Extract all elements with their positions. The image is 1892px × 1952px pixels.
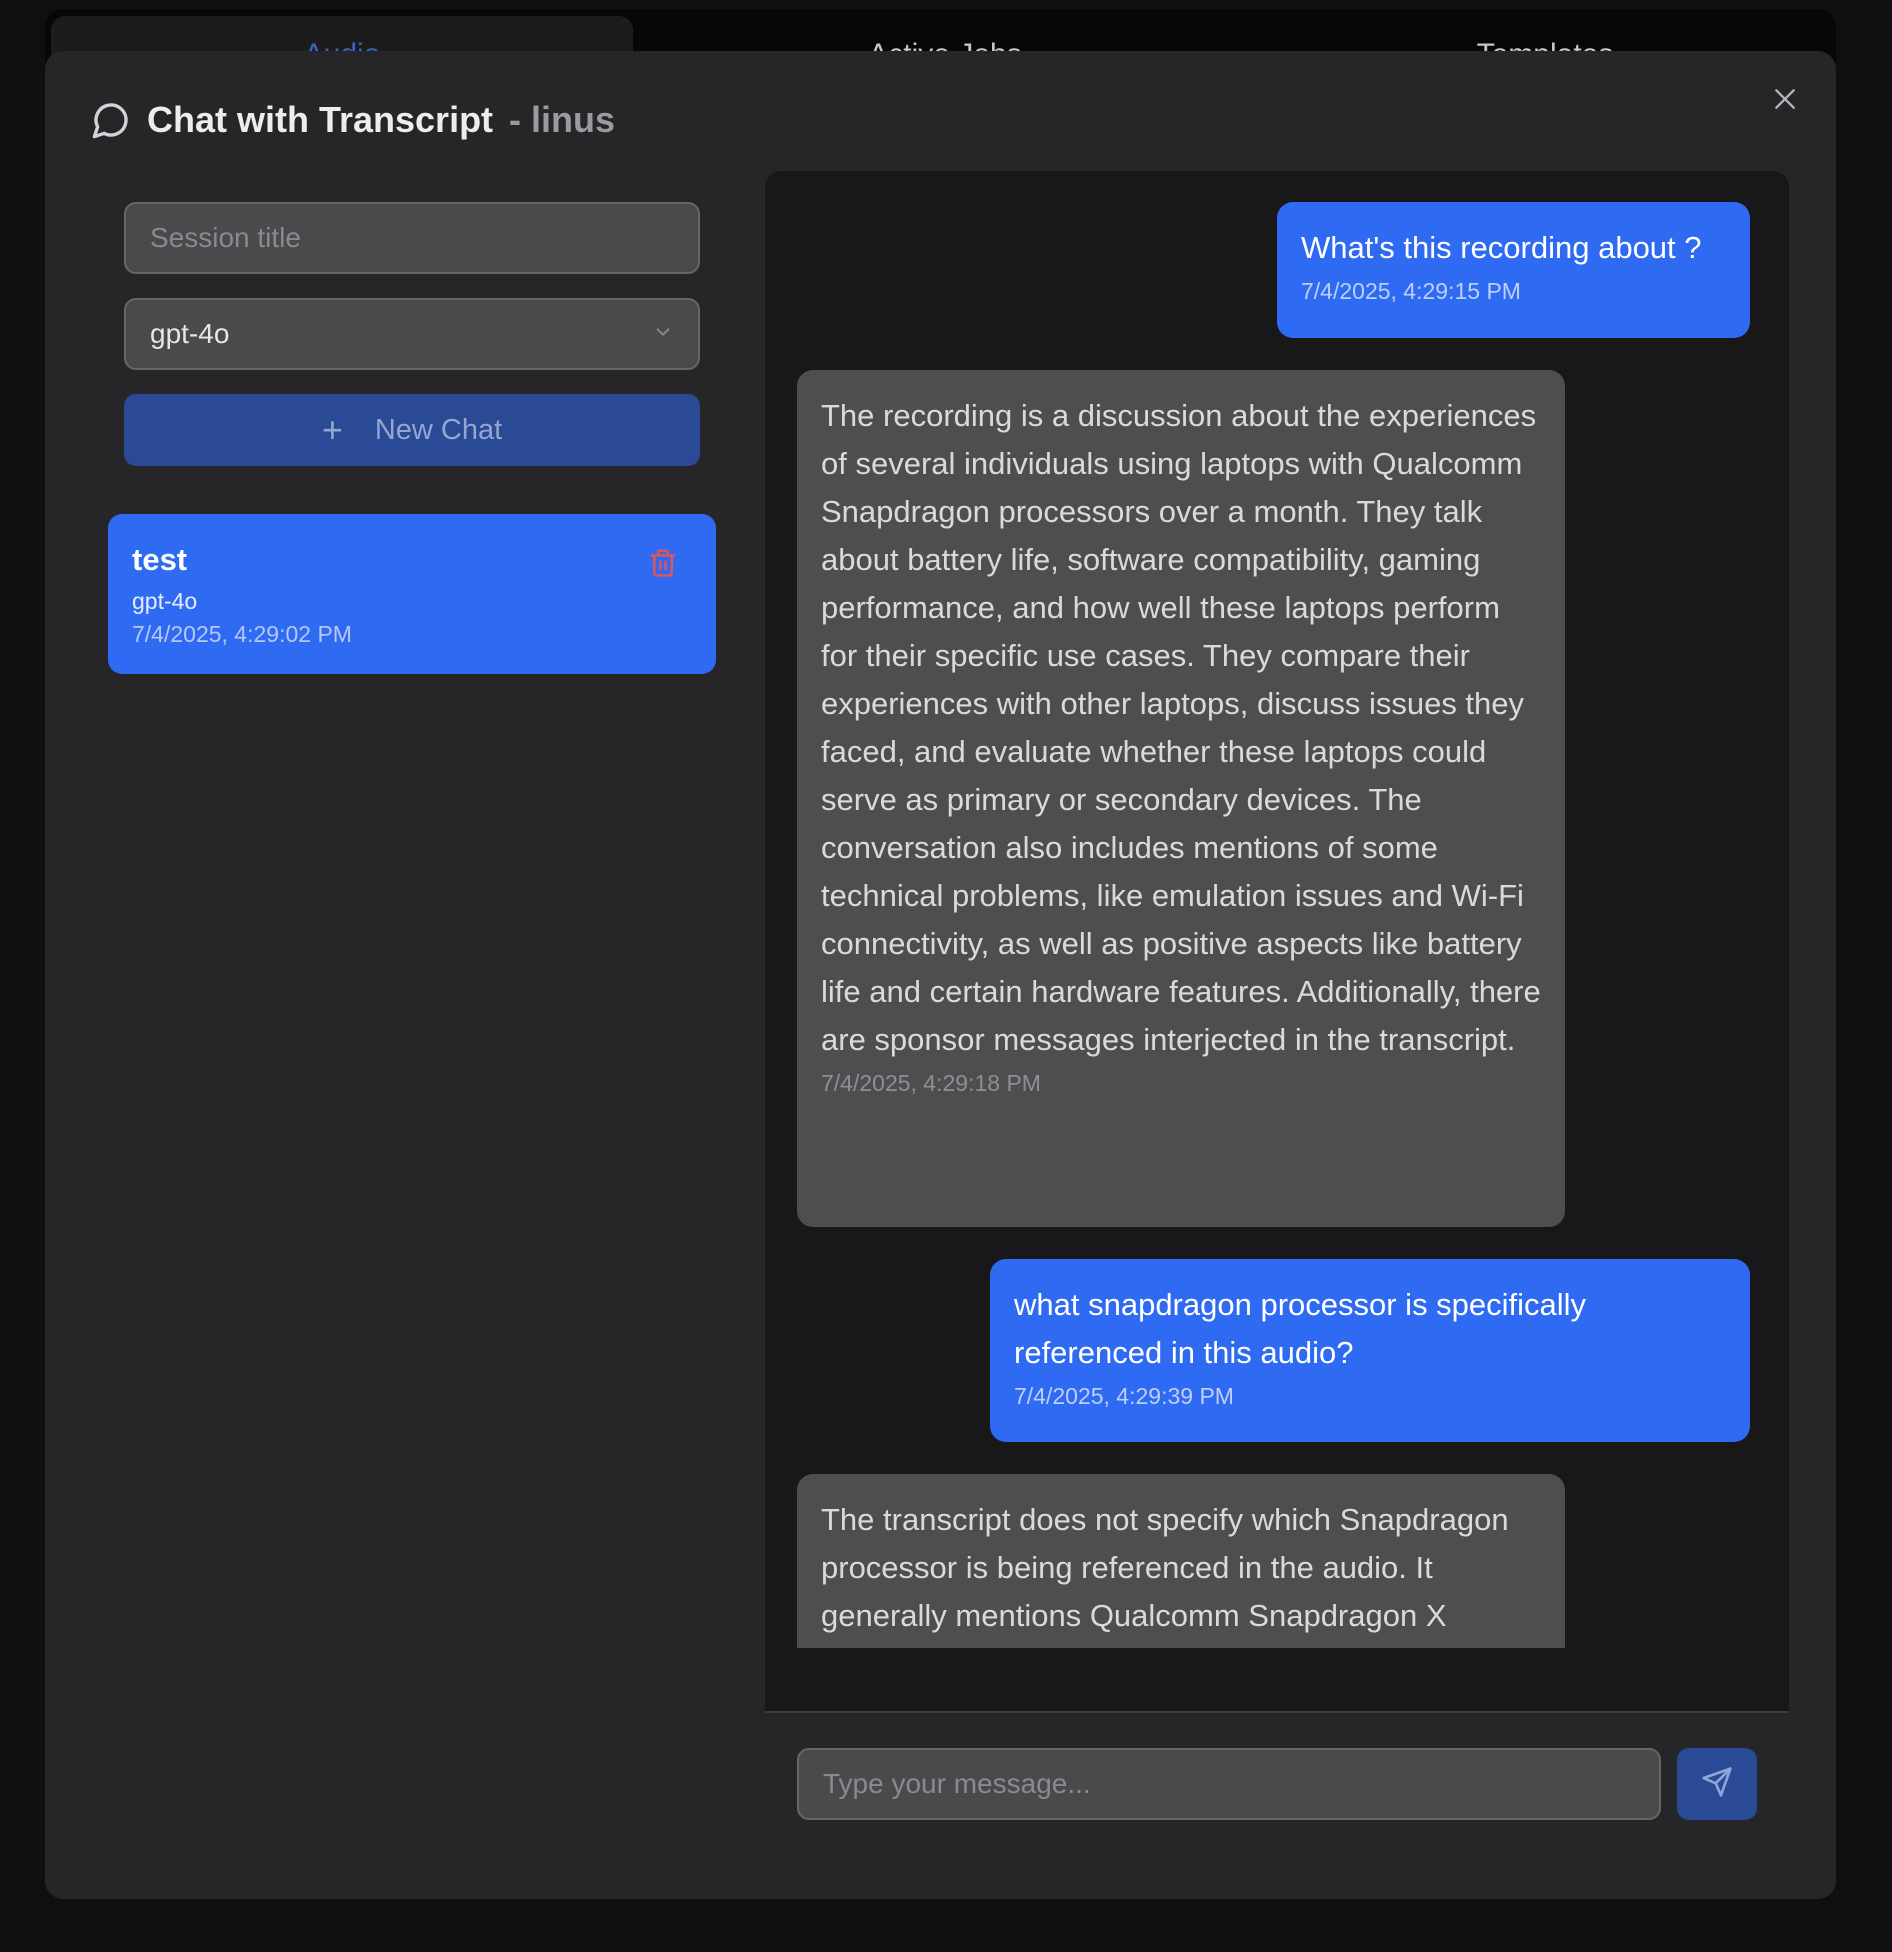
- session-title-input[interactable]: [124, 202, 700, 274]
- close-icon: [1772, 86, 1798, 117]
- assistant-message: The transcript does not specify which Sn…: [797, 1474, 1565, 1648]
- divider: [765, 1711, 1789, 1713]
- message-time: 7/4/2025, 4:29:18 PM: [821, 1070, 1041, 1096]
- chat-scroll-area[interactable]: What's this recording about ? 7/4/2025, …: [765, 171, 1789, 1648]
- user-message: What's this recording about ? 7/4/2025, …: [1277, 202, 1750, 338]
- plus-icon: +: [321, 409, 343, 450]
- message-text: The transcript does not specify which Sn…: [821, 1502, 1509, 1648]
- chat-messages-panel[interactable]: What's this recording about ? 7/4/2025, …: [765, 171, 1789, 1711]
- message-time: 7/4/2025, 4:29:15 PM: [1301, 278, 1521, 304]
- modal-subtitle: - linus: [509, 99, 616, 140]
- message-text: what snapdragon processor is specificall…: [1014, 1287, 1587, 1370]
- assistant-message: The recording is a discussion about the …: [797, 370, 1565, 1227]
- modal-title: Chat with Transcript: [147, 99, 494, 140]
- send-icon: [1701, 1766, 1733, 1803]
- modal-header: Chat with Transcript - linus: [91, 95, 615, 145]
- chat-bubble-icon: [91, 100, 131, 140]
- trash-icon[interactable]: [648, 546, 678, 580]
- session-item-model: gpt-4o: [132, 588, 198, 614]
- new-chat-button[interactable]: + New Chat: [124, 394, 700, 466]
- message-text: The recording is a discussion about the …: [821, 398, 1541, 1057]
- message-time: 7/4/2025, 4:29:39 PM: [1014, 1383, 1234, 1409]
- message-text: What's this recording about ?: [1301, 230, 1702, 265]
- chat-modal: Chat with Transcript - linus gpt-4o + Ne…: [45, 51, 1836, 1899]
- session-item-title: test: [132, 542, 188, 577]
- close-button[interactable]: [1765, 81, 1805, 121]
- message-input[interactable]: [797, 1748, 1661, 1820]
- session-item[interactable]: test gpt-4o 7/4/2025, 4:29:02 PM: [108, 514, 716, 674]
- model-select-value: gpt-4o: [150, 318, 230, 349]
- user-message: what snapdragon processor is specificall…: [990, 1259, 1750, 1442]
- chevron-down-icon: [652, 318, 674, 350]
- session-item-time: 7/4/2025, 4:29:02 PM: [132, 621, 352, 647]
- send-button[interactable]: [1677, 1748, 1757, 1820]
- new-chat-label: New Chat: [374, 413, 503, 446]
- model-select[interactable]: gpt-4o: [124, 298, 700, 370]
